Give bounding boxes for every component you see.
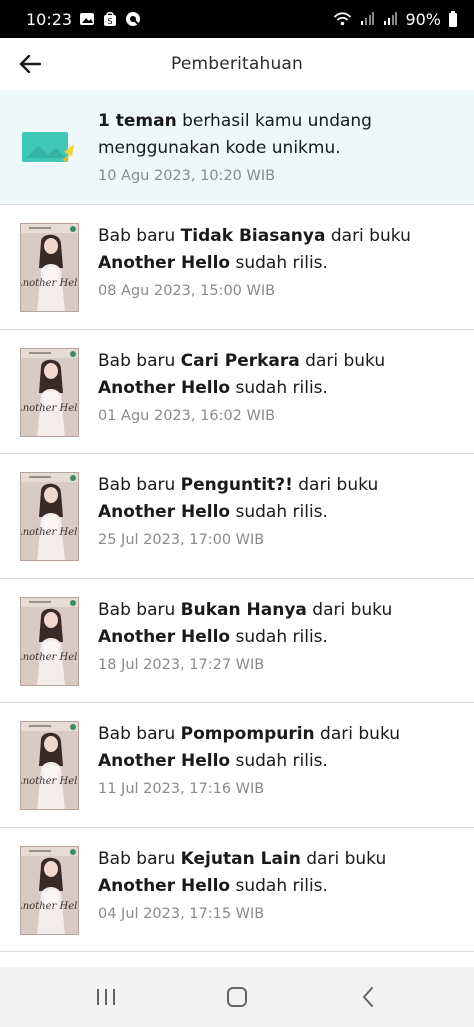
status-time: 10:23 [26,9,73,29]
home-button[interactable] [217,977,257,1017]
mid-text: dari buku [306,599,393,620]
chapter-title: Cari Perkara [180,350,300,371]
book-title: Another Hello [98,377,231,398]
book-cover-illustration: Another Hello [21,597,79,685]
cover-title-part: Another Hello [21,403,79,414]
invite-notification[interactable]: 1 teman berhasil kamu undang menggunakan… [0,90,474,205]
chapter-notification-3[interactable]: Another Hello Bab baru Penguntit?! dari … [0,454,474,579]
signal-icon [361,12,375,25]
prefix: Bab baru [98,599,181,620]
recent-apps-icon [96,989,115,1005]
chapter-title: Tidak Biasanya [180,226,326,246]
chapter-notification-1[interactable]: Another Hello Bab baru Tidak Biasanya da… [0,205,474,330]
battery-percent: 90% [405,9,441,29]
book-cover: Another Hello [20,347,79,437]
book-cover: Another Hello [20,845,79,935]
home-icon [226,987,247,1007]
chapter-notification-6[interactable]: Another Hello Bab baru Kejutan Lain dari… [0,827,474,952]
book-cover: Another Hello [20,223,79,312]
notification-message: Bab baru Tidak Biasanya dari buku Anothe… [98,223,448,277]
suffix: sudah rilis. [230,502,328,522]
suffix: sudah rilis. [230,377,328,398]
notification-date: 01 Agu 2023, 16:02 WIB [98,407,276,424]
wifi-icon [334,12,352,26]
suffix: sudah rilis. [230,751,328,771]
chapter-title: Penguntit?! [180,475,293,495]
prefix: Bab baru [98,350,181,371]
mid-text: dari buku [292,475,379,495]
suffix: sudah rilis. [230,875,328,896]
book-cover-illustration: Another Hello [21,722,79,809]
book-title: Another Hello [98,626,231,647]
invite-illustration-icon [22,132,74,162]
chapter-notifications: Another Hello Bab baru Tidak Biasanya da… [0,205,474,952]
prefix: Bab baru [98,724,181,744]
book-title: Another Hello [98,502,231,522]
gallery-icon [80,13,95,25]
status-left: 10:23 S [26,10,141,29]
mid-text: dari buku [314,724,401,744]
book-title: Another Hello [98,875,231,896]
page-title: Pemberitahuan [170,54,304,74]
notification-message: Bab baru Kejutan Lain dari buku Another … [98,846,448,900]
book-cover-illustration: Another Hello [21,224,79,311]
svg-text:S: S [108,17,113,26]
cover-title-part: Another Hello [21,776,79,787]
notification-date: 04 Jul 2023, 17:15 WIB [98,905,265,922]
invite-date: 10 Agu 2023, 10:20 WIB [98,168,276,184]
notification-date: 18 Jul 2023, 17:27 WIB [98,656,265,673]
cover-title-part: Another Hello [21,278,79,289]
book-cover-illustration: Another Hello [21,348,79,436]
mid-text: dari buku [300,848,387,869]
system-back-button[interactable] [348,977,388,1017]
chapter-title: Kejutan Lain [180,848,301,869]
notification-list: 1 teman berhasil kamu undang menggunakan… [0,90,474,952]
app-bar: Pemberitahuan [0,38,474,90]
mid-text: dari buku [299,350,386,371]
notification-date: 11 Jul 2023, 17:16 WIB [98,781,265,797]
app-notification-icon [126,12,141,26]
signal-2-icon [384,12,398,25]
chapter-notification-2[interactable]: Another Hello Bab baru Cari Perkara dari… [0,329,474,454]
system-nav-bar [0,967,474,1027]
chapter-notification-4[interactable]: Another Hello Bab baru Bukan Hanya dari … [0,578,474,703]
shop-icon: S [104,11,117,26]
cover-title-part: Another Hello [21,901,79,912]
prefix: Bab baru [98,226,181,246]
battery-icon [449,11,457,27]
back-button[interactable] [14,48,46,80]
invite-count: 1 teman [98,111,177,131]
invite-message: 1 teman berhasil kamu undang menggunakan… [98,108,448,162]
notification-message: Bab baru Cari Perkara dari buku Another … [98,348,448,402]
book-cover: Another Hello [20,596,79,686]
cover-title-part: Another Hello [21,652,79,663]
chapter-notification-5[interactable]: Another Hello Bab baru Pompompurin dari … [0,703,474,828]
chapter-title: Pompompurin [180,724,315,744]
chapter-title: Bukan Hanya [180,599,307,620]
notification-message: Bab baru Penguntit?! dari buku Another H… [98,472,448,526]
book-cover-illustration: Another Hello [21,473,79,560]
book-cover-illustration: Another Hello [21,846,79,934]
status-right: 90% [333,10,458,29]
prefix: Bab baru [98,848,181,869]
suffix: sudah rilis. [230,253,328,273]
notification-date: 08 Agu 2023, 15:00 WIB [98,283,276,299]
mid-text: dari buku [325,226,411,246]
prefix: Bab baru [98,475,181,495]
back-icon [363,987,374,1007]
notification-message: Bab baru Bukan Hanya dari buku Another H… [98,597,448,651]
book-title: Another Hello [98,751,231,771]
recent-apps-button[interactable] [86,977,126,1017]
status-bar: 10:23 S 90% [0,0,474,38]
book-title: Another Hello [98,253,231,273]
cover-title-part: Another Hello [21,527,79,538]
book-cover: Another Hello [20,472,79,561]
book-cover: Another Hello [20,721,79,810]
suffix: sudah rilis. [230,626,328,647]
notification-message: Bab baru Pompompurin dari buku Another H… [98,721,448,775]
notification-date: 25 Jul 2023, 17:00 WIB [98,532,265,548]
arrow-left-icon [19,55,41,73]
